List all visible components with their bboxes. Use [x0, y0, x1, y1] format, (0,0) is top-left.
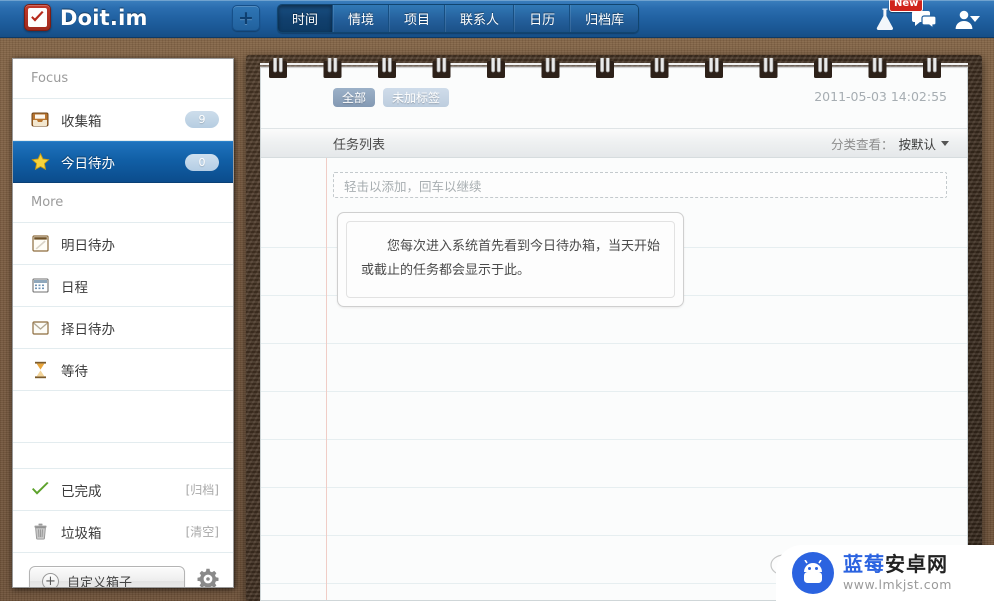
tab-shijian[interactable]: 时间: [278, 5, 334, 32]
sidebar-item-waiting[interactable]: 等待: [13, 349, 233, 391]
hourglass-icon: [29, 361, 51, 379]
today-count-badge: 0: [185, 153, 219, 171]
tab-qingjing[interactable]: 情境: [333, 5, 390, 32]
custom-box-label: 自定义箱子: [67, 575, 133, 588]
brand-logo-area[interactable]: Doit.im: [24, 4, 148, 31]
tip-text: 您每次进入系统首先看到今日待办箱，当天开始或截止的任务都会显示于此。: [346, 221, 675, 298]
sidebar: Focus 收集箱 9 今日待办 0 More 明日待办 日程 择日待办 等待 …: [12, 58, 234, 588]
sidebar-footer: + 自定义箱子: [13, 553, 233, 588]
sidebar-item-label: 今日待办: [61, 156, 115, 172]
calendar-icon: [29, 277, 51, 294]
tab-label: 项目: [404, 13, 431, 28]
tag-filter-bar: 全部 未加标签 2011-05-03 14:02:55: [261, 68, 967, 128]
sidebar-item-label: 择日待办: [61, 321, 115, 338]
custom-box-button[interactable]: + 自定义箱子: [29, 566, 185, 588]
tab-label: 归档库: [585, 13, 625, 28]
tag-all[interactable]: 全部: [333, 88, 376, 107]
check-icon: [31, 11, 44, 22]
chat-button[interactable]: [912, 8, 938, 30]
sidebar-empty-slot-1: [13, 391, 233, 443]
sidebar-section-more: More: [13, 183, 233, 223]
tab-rili[interactable]: 日历: [514, 5, 571, 32]
empty-trash-action[interactable]: [清空]: [186, 523, 219, 540]
chevron-down-icon: [970, 16, 980, 22]
sort-control[interactable]: 分类查看： 按默认: [831, 134, 949, 153]
sidebar-item-label: 日程: [61, 279, 88, 296]
tab-label: 情境: [348, 13, 375, 28]
main-navigation: 时间 情境 项目 联系人 日历 归档库: [277, 4, 640, 33]
inbox-count-badge: 9: [185, 111, 219, 128]
tab-guidangku[interactable]: 归档库: [570, 5, 639, 32]
brand-name: Doit.im: [60, 5, 148, 30]
top-right-actions: New: [874, 0, 980, 38]
task-list-title: 任务列表: [333, 137, 386, 153]
checkbox-check-icon: [28, 8, 47, 27]
sidebar-item-someday[interactable]: 择日待办: [13, 307, 233, 349]
gear-icon[interactable]: [197, 568, 219, 587]
lab-button[interactable]: New: [874, 0, 924, 31]
speech-bubble-icon: [912, 11, 937, 30]
tab-label: 日历: [529, 13, 556, 28]
circle-plus-icon: +: [42, 572, 59, 587]
chevron-down-icon: [941, 140, 949, 146]
timestamp: 2011-05-03 14:02:55: [814, 89, 947, 104]
sort-label: 分类查看：: [830, 136, 894, 152]
tab-label: 联系人: [460, 13, 500, 28]
sidebar-item-label: 已完成: [61, 483, 102, 500]
tab-xiangmu[interactable]: 项目: [389, 5, 446, 32]
sidebar-item-completed[interactable]: 已完成 [归档]: [13, 469, 233, 511]
sidebar-item-label: 明日待办: [61, 237, 115, 254]
envelope-icon: [29, 320, 51, 336]
sidebar-item-label: 等待: [61, 363, 88, 380]
notepad-panel: 全部 未加标签 2011-05-03 14:02:55 任务列表 分类查看： 按…: [246, 55, 982, 601]
star-icon: [29, 153, 51, 171]
notepad-icon: [29, 235, 51, 252]
tab-lianxiren[interactable]: 联系人: [445, 5, 515, 32]
tag-untagged[interactable]: 未加标签: [383, 88, 450, 107]
archive-action[interactable]: [归档]: [186, 481, 219, 498]
inbox-icon: [29, 111, 51, 128]
top-bar: Doit.im + 时间 情境 项目 联系人 日历 归档库 New: [0, 0, 994, 38]
tip-box: 您每次进入系统首先看到今日待办箱，当天开始或截止的任务都会显示于此。: [337, 212, 684, 307]
app-logo: [24, 4, 51, 31]
sidebar-item-trash[interactable]: 垃圾箱 [清空]: [13, 511, 233, 553]
add-task-area: 轻击以添加，回车以继续: [261, 158, 967, 198]
tip-area: 您每次进入系统首先看到今日待办箱，当天开始或截止的任务都会显示于此。: [261, 198, 967, 307]
task-list-header: 任务列表 分类查看： 按默认: [261, 128, 967, 158]
sidebar-item-tomorrow[interactable]: 明日待办: [13, 223, 233, 265]
tab-label: 时间: [292, 13, 319, 28]
trash-icon: [29, 523, 51, 540]
sidebar-section-focus: Focus: [13, 59, 233, 99]
add-task-input[interactable]: 轻击以添加，回车以继续: [333, 172, 947, 198]
sidebar-item-label: 收集箱: [61, 113, 102, 130]
sidebar-item-inbox[interactable]: 收集箱 9: [13, 99, 233, 141]
sidebar-item-schedule[interactable]: 日程: [13, 265, 233, 307]
sort-value: 按默认: [898, 136, 936, 152]
sidebar-item-label: 垃圾箱: [61, 525, 102, 542]
plus-icon: +: [238, 7, 254, 29]
add-task-button[interactable]: +: [232, 5, 260, 31]
sidebar-item-today[interactable]: 今日待办 0: [13, 141, 233, 183]
sidebar-empty-slot-2: [13, 443, 233, 469]
user-menu-button[interactable]: [954, 8, 980, 30]
green-check-icon: [29, 482, 51, 497]
paper-sheet: 全部 未加标签 2011-05-03 14:02:55 任务列表 分类查看： 按…: [260, 67, 968, 601]
